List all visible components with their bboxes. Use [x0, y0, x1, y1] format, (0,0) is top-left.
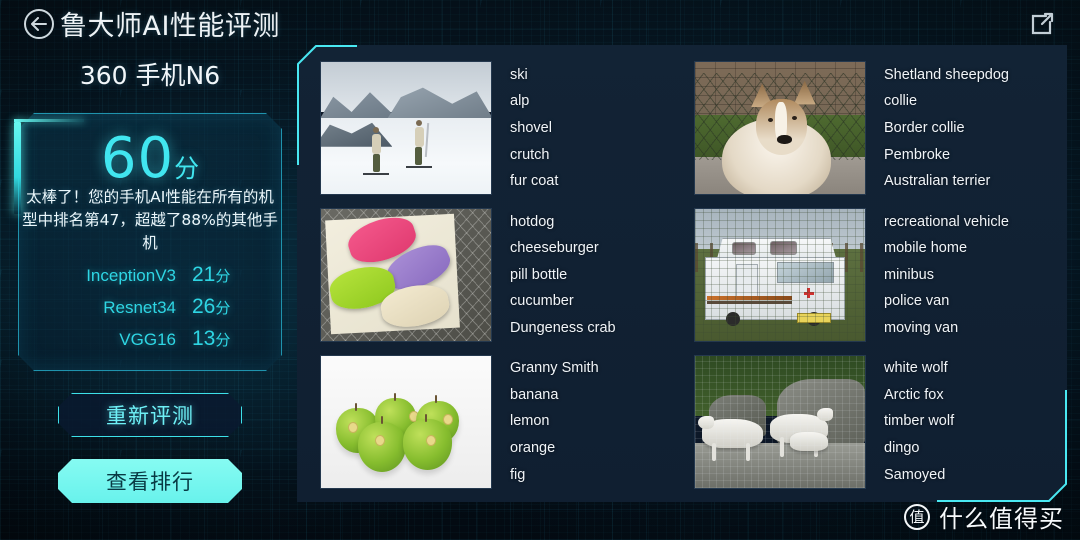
label-item: orange	[510, 439, 556, 456]
view-ranking-button[interactable]: 查看排行	[58, 459, 242, 503]
label-item: collie	[884, 93, 918, 110]
label-item: Australian terrier	[884, 173, 991, 190]
score-description: 太棒了！您的手机AI性能在所有的机型中排名第47，超越了88%的其他手机	[22, 188, 278, 252]
label-item: Samoyed	[884, 466, 946, 483]
label-list: Granny Smith banana lemon orange fig	[492, 355, 599, 488]
label-item: dingo	[884, 439, 920, 456]
model-score: 21分	[192, 263, 276, 287]
label-item: Shetland sheepdog	[884, 66, 1009, 83]
label-item: recreational vehicle	[884, 213, 1009, 230]
result-cell[interactable]: recreational vehicle mobile home minibus…	[684, 202, 1058, 349]
total-score: 60分	[18, 126, 282, 191]
label-item: lemon	[510, 413, 550, 430]
label-item: Border collie	[884, 120, 965, 137]
model-name: Resnet34	[103, 298, 176, 317]
label-item: alp	[510, 93, 530, 110]
model-score: 13分	[192, 327, 276, 351]
model-score: 26分	[192, 295, 276, 319]
result-thumbnail[interactable]	[694, 354, 866, 489]
model-score-unit: 分	[215, 300, 231, 317]
shetland-sheepdog-photo	[695, 62, 865, 195]
label-item: police van	[884, 293, 950, 310]
label-item: minibus	[884, 266, 934, 283]
green-apples-photo	[321, 355, 491, 488]
label-item: pill bottle	[510, 266, 568, 283]
label-item: Granny Smith	[510, 360, 599, 377]
model-score-unit: 分	[215, 332, 231, 349]
model-score-value: 26	[192, 295, 216, 318]
result-thumbnail[interactable]	[694, 61, 866, 196]
model-score-value: 13	[192, 327, 216, 350]
label-list: recreational vehicle mobile home minibus…	[866, 209, 1009, 342]
label-item: Arctic fox	[884, 386, 944, 403]
retest-button[interactable]: 重新评测	[58, 393, 242, 437]
model-score-value: 21	[192, 263, 216, 286]
model-score-row: Resnet34 26分	[26, 295, 276, 327]
result-thumbnail[interactable]	[694, 207, 866, 342]
label-item: hotdog	[510, 213, 555, 230]
label-item: moving van	[884, 319, 959, 336]
label-item: shovel	[510, 120, 552, 137]
recreational-vehicle-photo	[695, 208, 865, 341]
label-item: timber wolf	[884, 413, 955, 430]
model-score-unit: 分	[215, 268, 231, 285]
model-score-row: InceptionV3 21分	[26, 263, 276, 295]
label-item: banana	[510, 386, 559, 403]
label-item: fur coat	[510, 173, 559, 190]
model-score-row: VGG16 13分	[26, 327, 276, 359]
macarons-photo	[321, 208, 491, 341]
label-item: cheeseburger	[510, 240, 599, 257]
share-button[interactable]	[1026, 8, 1058, 40]
result-thumbnail[interactable]	[320, 61, 492, 196]
ai-benchmark-screen: 鲁大师AI性能评测 360 手机N6 60分 太棒了！您的手机AI性能在所有的机…	[0, 0, 1080, 540]
label-item: Dungeness crab	[510, 319, 616, 336]
device-name: 360 手机N6	[79, 61, 221, 90]
result-cell[interactable]: Shetland sheepdog collie Border collie P…	[684, 55, 1058, 202]
label-item: cucumber	[510, 293, 574, 310]
result-cell[interactable]: hotdog cheeseburger pill bottle cucumber…	[310, 202, 684, 349]
page-title: 鲁大师AI性能评测	[60, 11, 280, 42]
result-cell[interactable]: ski alp shovel crutch fur coat	[310, 55, 684, 202]
label-list: white wolf Arctic fox timber wolf dingo …	[866, 355, 954, 488]
back-button[interactable]	[24, 9, 54, 39]
label-item: white wolf	[884, 360, 948, 377]
label-list: hotdog cheeseburger pill bottle cucumber…	[492, 209, 616, 342]
back-arrow-icon	[31, 17, 47, 31]
model-name: InceptionV3	[86, 266, 176, 285]
result-thumbnail[interactable]	[320, 207, 492, 342]
label-list: Shetland sheepdog collie Border collie P…	[866, 62, 1009, 195]
watermark-text: 什么值得买	[939, 505, 1064, 533]
ski-slope-photo	[321, 62, 491, 195]
app-header: 鲁大师AI性能评测	[0, 0, 1080, 48]
result-cell[interactable]: white wolf Arctic fox timber wolf dingo …	[684, 348, 1058, 495]
model-score-list: InceptionV3 21分 Resnet34 26分 VGG16 13分	[26, 263, 276, 359]
label-item: fig	[510, 466, 526, 483]
result-thumbnail[interactable]	[320, 354, 492, 489]
result-cell[interactable]: Granny Smith banana lemon orange fig	[310, 348, 684, 495]
score-card-corner-accent-top	[14, 119, 84, 122]
total-score-value: 60	[100, 126, 175, 191]
model-name: VGG16	[119, 330, 176, 349]
label-item: crutch	[510, 146, 550, 163]
share-icon	[1031, 12, 1054, 35]
watermark-logo-icon: 值	[904, 503, 930, 530]
label-item: ski	[510, 66, 528, 83]
total-score-unit: 分	[174, 155, 200, 183]
white-wolves-photo	[695, 355, 865, 488]
watermark: 值 什么值得买	[904, 499, 1064, 534]
label-item: Pembroke	[884, 146, 951, 163]
classification-results-grid: ski alp shovel crutch fur coat Shetland …	[310, 55, 1058, 495]
label-item: mobile home	[884, 240, 968, 257]
label-list: ski alp shovel crutch fur coat	[492, 62, 558, 195]
